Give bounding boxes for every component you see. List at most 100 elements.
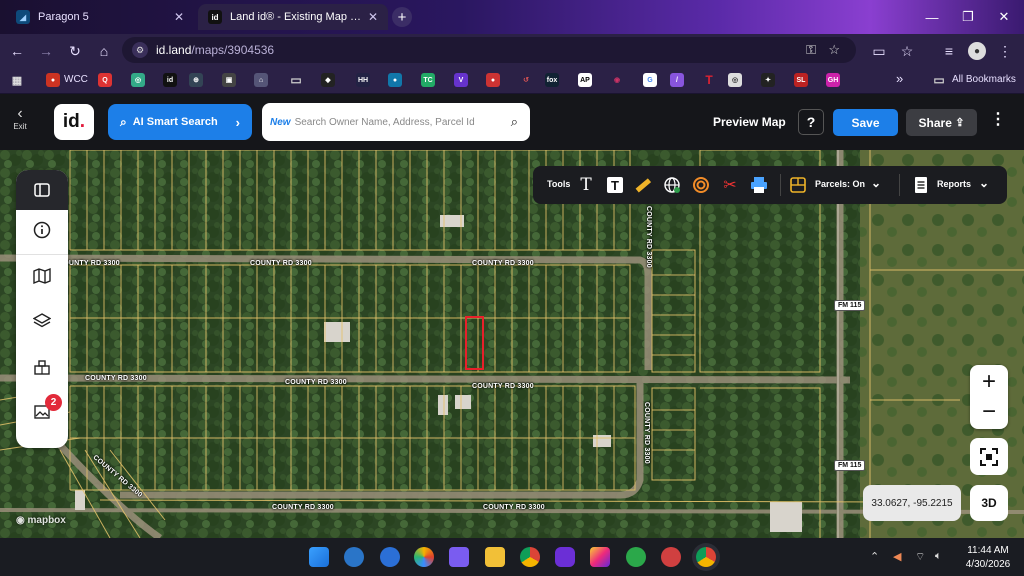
forward-button[interactable]: → [37,42,55,60]
fit-bounds-button[interactable] [970,438,1008,475]
wifi-icon[interactable]: ⌔ [915,550,925,564]
widgets-icon[interactable] [344,547,364,567]
bookmark-star-icon[interactable]: ☆ [828,42,840,58]
file-explorer-icon[interactable] [485,547,505,567]
site-info-icon[interactable]: ⚙ [132,42,148,58]
bookmark-icon[interactable]: fox [545,73,559,87]
map-icon[interactable] [28,262,56,290]
chevron-down-icon[interactable]: ⌄ [979,176,989,190]
globe-icon[interactable] [662,175,682,195]
photos-app-icon[interactable] [414,547,434,567]
close-icon[interactable]: ✕ [368,10,378,24]
share-button[interactable]: Share ⇪ [906,109,977,136]
close-window-button[interactable]: ✕ [986,0,1022,34]
bookmark-icon[interactable]: id [163,73,177,87]
text-box-tool-icon[interactable]: T [605,175,625,195]
map-canvas[interactable]: COUNTY RD 3300 COUNTY RD 3300 COUNTY RD … [0,150,1024,538]
all-bookmarks-label[interactable]: All Bookmarks [952,74,1016,85]
exit-button[interactable]: ‹ Exit [6,106,34,132]
parcels-icon[interactable] [788,175,808,195]
layers-icon[interactable] [28,307,56,335]
mapbox-logo[interactable]: ◉ mapbox [16,515,66,526]
bookmark-icon[interactable]: ↺ [519,73,533,87]
bookmark-icon[interactable]: SL [794,73,808,87]
password-key-icon[interactable]: ⚿ [806,42,816,58]
bookmark-icon[interactable]: ⌂ [254,73,268,87]
volume-icon[interactable]: 🔈︎ [935,550,942,563]
bookmark-icon[interactable]: ◆ [321,73,335,87]
tab-paragon[interactable]: ◢ Paragon 5 ✕ [6,4,194,30]
app-icon[interactable] [626,547,646,567]
bookmark-icon[interactable]: AP [578,73,592,87]
cast-icon[interactable]: ▭ [870,42,888,60]
instagram-icon[interactable] [590,547,610,567]
chrome-icon[interactable] [520,547,540,567]
bookmark-icon[interactable]: ✦ [761,73,775,87]
restore-button[interactable]: ❐ [950,0,986,34]
close-icon[interactable]: ✕ [174,10,184,24]
collapse-panel-icon[interactable] [28,176,56,204]
bookmark-icon[interactable]: ◎ [131,73,145,87]
print-icon[interactable] [749,175,769,195]
chrome-active-icon[interactable] [696,547,716,567]
bookmark-icon[interactable]: GH [826,73,840,87]
new-tab-button[interactable]: + [392,7,412,27]
more-bookmarks-icon[interactable]: » [896,71,903,86]
preview-map-button[interactable]: Preview Map [713,115,786,129]
at-app-icon[interactable] [380,547,400,567]
apps-icon[interactable]: ▦ [10,73,24,87]
search-input[interactable]: New Search Owner Name, Address, Parcel I… [262,103,530,141]
help-button[interactable]: ? [798,109,824,135]
bookmark-icon[interactable]: ● [388,73,402,87]
bookmark-wcc-label[interactable]: WCC [64,74,88,85]
bookmark-icon[interactable]: G [643,73,657,87]
tray-app-icon[interactable]: ◀ [893,550,901,563]
ai-smart-search-button[interactable]: ⌕ AI Smart Search › [108,104,252,140]
bookmark-icon[interactable]: Q [98,73,112,87]
tab-land-id[interactable]: id Land id® - Existing Map Edit ✕ [198,4,388,30]
zoom-out-button[interactable]: − [970,396,1008,428]
info-icon[interactable] [28,216,56,244]
land-id-logo[interactable]: id. [54,104,94,140]
reading-list-icon[interactable]: ≡ [940,42,958,60]
home-button[interactable]: ⌂ [95,42,113,60]
bookmark-icon[interactable]: T [702,73,716,87]
bookmark-icon[interactable]: HH [356,73,370,87]
reports-icon[interactable] [911,175,931,195]
bookmark-icon[interactable]: ◉ [610,73,624,87]
more-options-icon[interactable]: ⋮ [990,109,1006,129]
ruler-icon[interactable] [633,175,653,195]
chevron-down-icon[interactable]: ⌄ [871,176,881,190]
bookmark-icon[interactable]: V [454,73,468,87]
minimize-button[interactable]: — [914,0,950,34]
bookmarks-icon[interactable]: ☆ [898,42,916,60]
scissors-icon[interactable]: ✂ [720,175,740,195]
tray-chevron-icon[interactable]: ⌃ [870,550,879,563]
app-icon[interactable] [661,547,681,567]
app-icon[interactable] [555,547,575,567]
address-bar[interactable]: ⚙ id.land/maps/3904536 ☆ ⚿ [122,37,856,63]
reports-dropdown[interactable]: Reports [937,179,971,189]
back-button[interactable]: ← [8,42,26,60]
bookmark-icon[interactable]: ● [486,73,500,87]
zoom-in-button[interactable]: + [970,366,1008,398]
save-button[interactable]: Save [833,109,898,136]
radius-icon[interactable] [691,175,711,195]
profile-avatar[interactable]: ● [968,42,986,60]
bookmark-icon[interactable]: ▣ [222,73,236,87]
parcels-toggle[interactable]: Parcels: On [815,179,865,189]
system-clock[interactable]: 11:44 AM 4/30/2026 [960,544,1016,572]
start-icon[interactable] [309,547,329,567]
bookmark-icon[interactable]: TC [421,73,435,87]
bookmark-icon[interactable]: ◎ [728,73,742,87]
coordinates-readout[interactable]: 33.0627, -95.2215 [863,485,961,521]
reload-button[interactable]: ↻ [66,42,84,60]
buildings-icon[interactable] [28,353,56,381]
search-icon[interactable]: ⌕ [511,114,518,130]
bookmark-wcc-icon[interactable]: ● [46,73,60,87]
menu-icon[interactable]: ⋮ [996,42,1014,60]
snipping-icon[interactable] [449,547,469,567]
folder-icon[interactable]: ▭ [289,73,303,87]
3d-toggle-button[interactable]: 3D [970,485,1008,521]
bookmark-icon[interactable]: ⊕ [189,73,203,87]
